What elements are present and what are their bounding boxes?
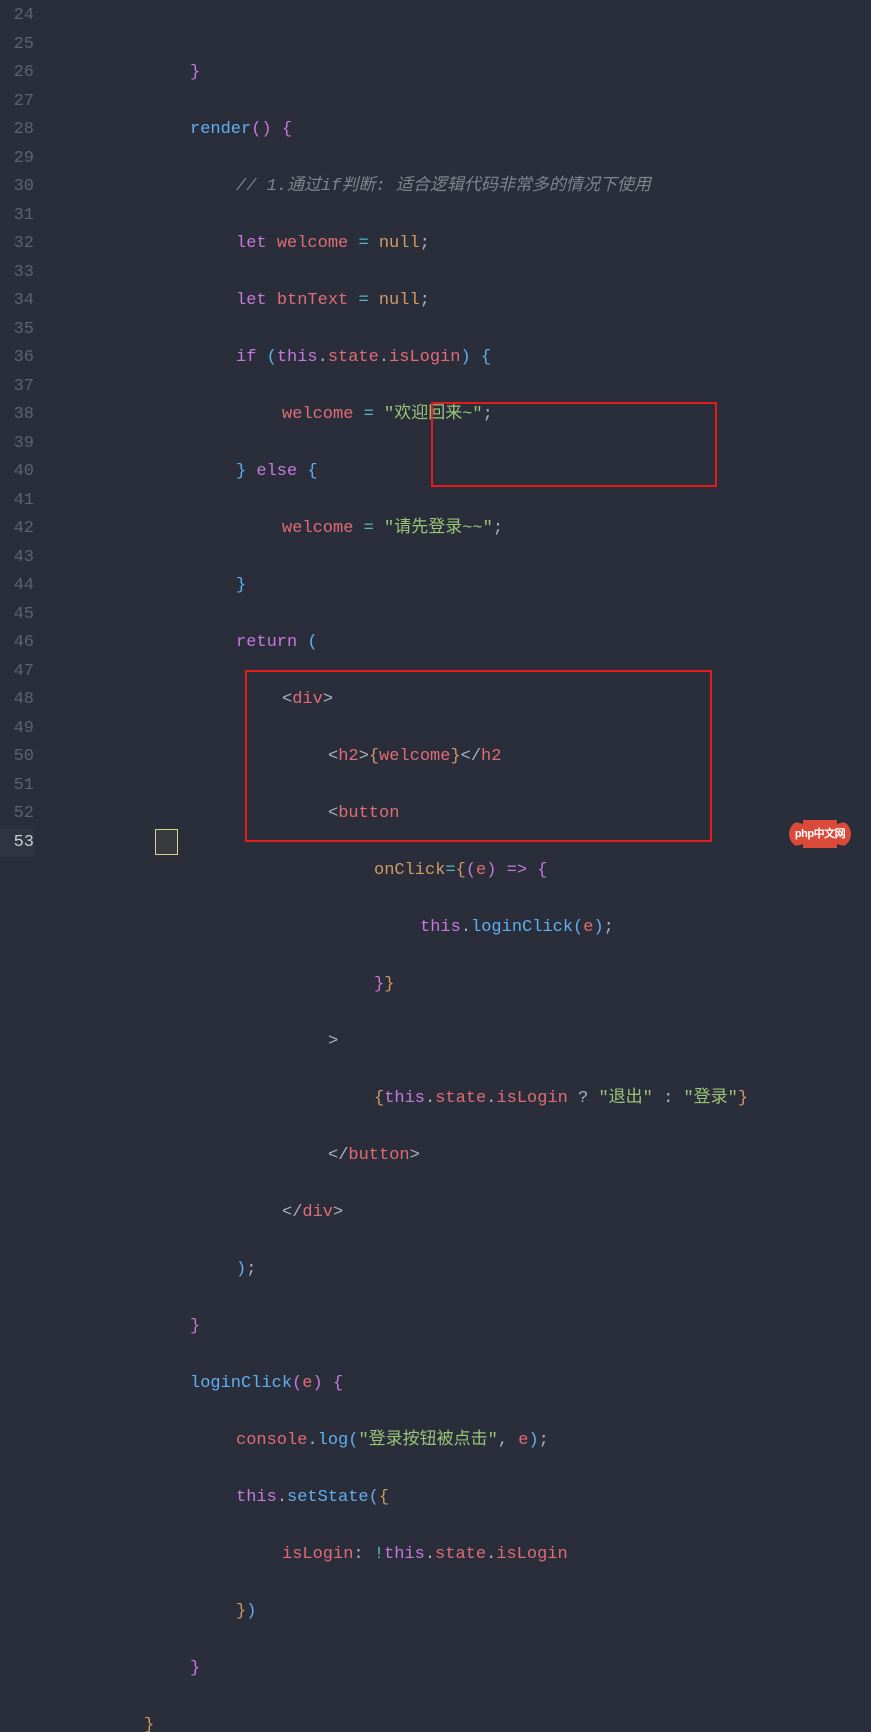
code-line: <h2>{welcome}</h2 bbox=[52, 743, 871, 772]
watermark-logo: php中文网 bbox=[789, 820, 851, 848]
code-line: render() { bbox=[52, 116, 871, 145]
code-line: welcome = "欢迎回来~"; bbox=[52, 401, 871, 430]
code-line: this.setState({ bbox=[52, 1484, 871, 1513]
line-number: 26 bbox=[0, 59, 34, 88]
line-number: 41 bbox=[0, 487, 34, 516]
code-line: loginClick(e) { bbox=[52, 1370, 871, 1399]
line-number: 24 bbox=[0, 2, 34, 31]
line-number: 46 bbox=[0, 629, 34, 658]
line-number: 25 bbox=[0, 31, 34, 60]
line-number: 37 bbox=[0, 373, 34, 402]
line-number: 50 bbox=[0, 743, 34, 772]
line-number: 28 bbox=[0, 116, 34, 145]
line-number: 52 bbox=[0, 800, 34, 829]
code-line: let btnText = null; bbox=[52, 287, 871, 316]
code-line: </div> bbox=[52, 1199, 871, 1228]
code-line: onClick={(e) => { bbox=[52, 857, 871, 886]
code-line: > bbox=[52, 1028, 871, 1057]
line-number: 44 bbox=[0, 572, 34, 601]
line-number: 38 bbox=[0, 401, 34, 430]
line-number: 51 bbox=[0, 772, 34, 801]
line-number: 39 bbox=[0, 430, 34, 459]
line-number: 42 bbox=[0, 515, 34, 544]
line-number: 47 bbox=[0, 658, 34, 687]
code-line: } bbox=[52, 1712, 871, 1732]
code-line: <button bbox=[52, 800, 871, 829]
code-line: return ( bbox=[52, 629, 871, 658]
code-line: console.log("登录按钮被点击", e); bbox=[52, 1427, 871, 1456]
code-line: {this.state.isLogin ? "退出" : "登录"} bbox=[52, 1085, 871, 1114]
line-number: 48 bbox=[0, 686, 34, 715]
code-line: } bbox=[52, 1655, 871, 1684]
code-area[interactable]: } render() { // 1.通过if判断: 适合逻辑代码非常多的情况下使… bbox=[48, 0, 871, 866]
line-number: 31 bbox=[0, 202, 34, 231]
code-line: if (this.state.isLogin) { bbox=[52, 344, 871, 373]
code-line: } else { bbox=[52, 458, 871, 487]
code-line: <div> bbox=[52, 686, 871, 715]
line-number: 27 bbox=[0, 88, 34, 117]
code-line: }} bbox=[52, 971, 871, 1000]
code-line: isLogin: !this.state.isLogin bbox=[52, 1541, 871, 1570]
line-number: 43 bbox=[0, 544, 34, 573]
line-number: 29 bbox=[0, 145, 34, 174]
code-line: let welcome = null; bbox=[52, 230, 871, 259]
line-number: 40 bbox=[0, 458, 34, 487]
line-number: 35 bbox=[0, 316, 34, 345]
line-number: 53 bbox=[0, 829, 34, 858]
code-line: } bbox=[52, 59, 871, 88]
line-number: 34 bbox=[0, 287, 34, 316]
line-number: 32 bbox=[0, 230, 34, 259]
code-editor[interactable]: 2425262728293031323334353637383940414243… bbox=[0, 0, 871, 866]
code-line: </button> bbox=[52, 1142, 871, 1171]
line-number: 49 bbox=[0, 715, 34, 744]
code-line: // 1.通过if判断: 适合逻辑代码非常多的情况下使用 bbox=[52, 173, 871, 202]
line-number: 45 bbox=[0, 601, 34, 630]
code-line: ); bbox=[52, 1256, 871, 1285]
code-line: }) bbox=[52, 1598, 871, 1627]
code-line: } bbox=[52, 1313, 871, 1342]
code-line: welcome = "请先登录~~"; bbox=[52, 515, 871, 544]
code-line: } bbox=[52, 572, 871, 601]
line-number-gutter: 2425262728293031323334353637383940414243… bbox=[0, 0, 48, 866]
line-number: 30 bbox=[0, 173, 34, 202]
line-number: 33 bbox=[0, 259, 34, 288]
code-line: this.loginClick(e); bbox=[52, 914, 871, 943]
line-number: 36 bbox=[0, 344, 34, 373]
